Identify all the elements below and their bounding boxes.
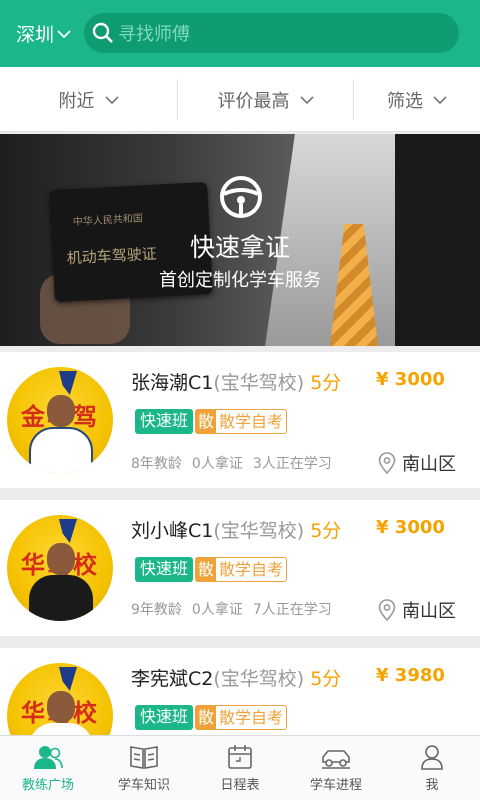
avatar-body: [29, 575, 93, 621]
steering-wheel-icon: [220, 176, 262, 218]
avatar: 华驾校: [7, 663, 113, 735]
chevron-down-icon: [57, 29, 71, 38]
people-icon: [34, 745, 63, 769]
tag-label: 散学自考: [219, 708, 284, 727]
coach-location: 南山区: [378, 597, 456, 623]
learning-count: 7人正在学习: [252, 602, 332, 618]
coach-card[interactable]: 金华驾 张海潮C1(宝华驾校)5分 ¥ 3000 快速班 散散学自考 8年教龄 0…: [0, 352, 480, 488]
tab-learning-progress[interactable]: 学车进程: [288, 736, 384, 800]
learning-count: 3人正在学习: [252, 456, 332, 472]
chevron-down-icon: [104, 95, 119, 104]
filter-bar: 附近 评价最高 筛选: [0, 67, 480, 132]
tag-self-study: 散散学自考: [195, 409, 287, 434]
user-icon: [421, 744, 443, 770]
avatar-head: [47, 395, 75, 427]
tag-icon: 散: [196, 410, 216, 433]
tab-driving-knowledge[interactable]: 学车知识: [96, 736, 192, 800]
city-label: 深圳: [16, 24, 55, 46]
tag-label: 散学自考: [219, 560, 284, 579]
chevron-down-icon: [433, 95, 447, 104]
tag-self-study: 散散学自考: [195, 705, 287, 730]
tab-label: 日程表: [220, 777, 260, 793]
teaching-years: 9年教龄: [131, 602, 182, 618]
school-logo-icon: [59, 371, 77, 395]
banner-title: 快速拿证: [189, 233, 290, 262]
filter-rating[interactable]: 评价最高: [178, 79, 354, 120]
tab-schedule[interactable]: 日程表: [192, 736, 288, 800]
coach-card[interactable]: 华驾校 李宪斌C2(宝华驾校)5分 ¥ 3980 快速班 散散学自考: [0, 648, 480, 735]
filter-label: 评价最高: [217, 90, 290, 112]
tag-self-study: 散散学自考: [195, 557, 287, 582]
search-input[interactable]: 寻找师傅: [84, 13, 459, 53]
location-pin-icon: [378, 599, 396, 621]
tag-fast-class: 快速班: [135, 409, 193, 434]
avatar-body: [29, 427, 93, 473]
avatar: 华驾校: [7, 515, 113, 621]
tab-label: 学车知识: [117, 777, 170, 793]
tag-icon: 散: [196, 706, 216, 729]
tab-coach-plaza[interactable]: 教练广场: [0, 736, 96, 800]
coach-card[interactable]: 华驾校 刘小峰C1(宝华驾校)5分 ¥ 3000 快速班 散散学自考 9年教龄 0…: [0, 500, 480, 636]
filter-nearby[interactable]: 附近: [0, 79, 178, 120]
avatar-head: [47, 543, 75, 575]
banner-subtitle: 首创定制化学车服务: [159, 270, 321, 291]
top-bar: 深圳 寻找师傅: [0, 0, 480, 67]
city-selector[interactable]: 深圳: [16, 20, 71, 47]
coach-price: ¥ 3000: [376, 517, 445, 538]
tab-label: 我: [425, 777, 439, 793]
filter-label: 附近: [58, 90, 95, 112]
bottom-tab-bar: 教练广场 学车知识 日程表 学车进程 我: [0, 735, 480, 800]
tab-label: 学车进程: [309, 777, 362, 793]
chevron-down-icon: [299, 95, 314, 104]
tag-fast-class: 快速班: [135, 705, 193, 730]
coach-price: ¥ 3980: [376, 665, 445, 686]
coach-stats: 8年教龄 0人拿证 3人正在学习: [131, 453, 342, 473]
coach-stats: 9年教龄 0人拿证 7人正在学习: [131, 599, 342, 619]
search-icon: [92, 22, 113, 43]
filter-label: 筛选: [387, 90, 423, 112]
coach-name: 刘小峰C1(宝华驾校) 5分: [131, 520, 342, 542]
coach-name: 李宪斌C2(宝华驾校) 5分: [131, 668, 342, 690]
district-label: 南山区: [402, 454, 456, 475]
school-logo-icon: [59, 667, 77, 691]
calendar-icon: [228, 744, 252, 769]
tag-fast-class: 快速班: [135, 557, 193, 582]
avatar-head: [47, 691, 75, 723]
tab-me[interactable]: 我: [384, 736, 480, 800]
location-pin-icon: [378, 452, 396, 474]
licensed-count: 0人拿证: [191, 602, 243, 618]
book-icon: [130, 745, 158, 769]
filter-screen[interactable]: 筛选: [354, 67, 480, 132]
tag-label: 散学自考: [219, 412, 284, 431]
avatar: 金华驾: [7, 367, 113, 473]
teaching-years: 8年教龄: [131, 456, 182, 472]
license-card-country: 中华人民共和国: [72, 213, 144, 229]
coach-name: 张海潮C1(宝华驾校) 5分: [131, 372, 342, 394]
licensed-count: 0人拿证: [191, 456, 243, 472]
school-logo-icon: [59, 519, 77, 543]
coach-location: 南山区: [378, 450, 456, 476]
car-icon: [322, 749, 350, 769]
tag-icon: 散: [196, 558, 216, 581]
tab-label: 教练广场: [21, 777, 74, 793]
district-label: 南山区: [402, 601, 456, 622]
search-placeholder: 寻找师傅: [118, 24, 190, 45]
coach-price: ¥ 3000: [376, 369, 445, 390]
